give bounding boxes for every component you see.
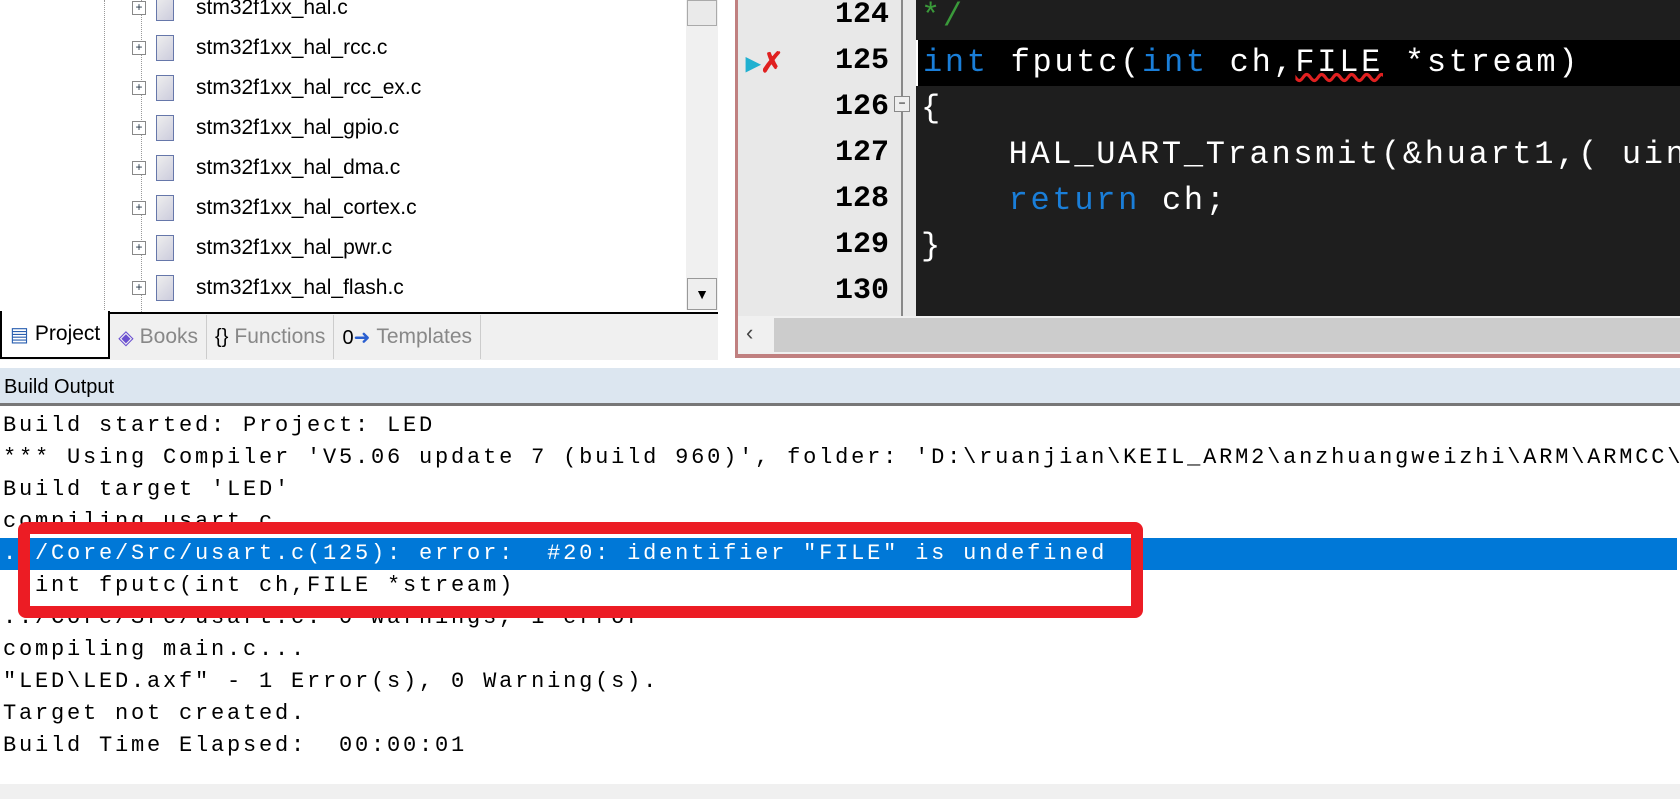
tree-item[interactable]: + stm32f1xx_hal_cortex.c bbox=[132, 190, 417, 226]
file-icon bbox=[156, 0, 174, 21]
line-gutter: − ▸✗ 124 125 126 127 128 129 130 bbox=[738, 0, 916, 316]
output-line[interactable]: Build Time Elapsed: 00:00:01 bbox=[3, 730, 1680, 762]
project-panel: + stm32f1xx_hal.c + stm32f1xx_hal_rcc.c + stm… bbox=[0, 0, 728, 362]
fold-line bbox=[901, 0, 903, 316]
tree-item[interactable]: + stm32f1xx_hal.c bbox=[132, 0, 348, 26]
line-number: 128 bbox=[834, 182, 889, 216]
file-icon bbox=[156, 115, 174, 141]
expand-icon[interactable]: + bbox=[132, 41, 146, 55]
line-number: 125 bbox=[834, 44, 889, 78]
file-name: stm32f1xx_hal_cortex.c bbox=[196, 196, 417, 219]
expand-icon[interactable]: + bbox=[132, 281, 146, 295]
file-name: stm32f1xx_hal_gpio.c bbox=[196, 116, 400, 139]
output-line[interactable]: Build started: Project: LED bbox=[3, 410, 1680, 442]
expand-icon[interactable]: + bbox=[132, 81, 146, 95]
tab-books[interactable]: ◈ Books bbox=[110, 315, 208, 359]
bottom-scrollbar[interactable] bbox=[0, 784, 1680, 799]
file-icon bbox=[156, 155, 174, 181]
tree-item[interactable]: + stm32f1xx_hal_flash.c bbox=[132, 270, 404, 306]
tab-label: Functions bbox=[234, 325, 326, 348]
expand-icon[interactable]: + bbox=[132, 241, 146, 255]
horizontal-scrollbar[interactable]: ‹ bbox=[738, 316, 1680, 354]
functions-icon: {} bbox=[215, 325, 229, 348]
tree-item[interactable]: + stm32f1xx_hal_rcc.c bbox=[132, 30, 387, 66]
output-line[interactable]: Target not created. bbox=[3, 698, 1680, 730]
templates-icon: 0➜ bbox=[342, 326, 371, 349]
build-output-header: Build Output bbox=[0, 368, 1680, 406]
tree-item[interactable]: + stm32f1xx_hal_pwr.c bbox=[132, 230, 392, 266]
file-name: stm32f1xx_hal_dma.c bbox=[196, 156, 401, 179]
code-line[interactable]: int fputc(int ch,FILE *stream) bbox=[916, 40, 1680, 86]
expand-icon[interactable]: + bbox=[132, 201, 146, 215]
scroll-thumb[interactable] bbox=[687, 0, 717, 26]
code-line[interactable]: } bbox=[921, 224, 1680, 270]
project-icon: ▤ bbox=[10, 323, 29, 346]
file-name: stm32f1xx_hal_pwr.c bbox=[196, 236, 393, 259]
fold-collapse-icon[interactable]: − bbox=[894, 96, 910, 112]
expand-icon[interactable]: + bbox=[132, 1, 146, 15]
file-icon bbox=[156, 195, 174, 221]
file-icon bbox=[156, 75, 174, 101]
code-line[interactable]: */ bbox=[921, 0, 1680, 40]
tree-item[interactable]: + stm32f1xx_hal_rcc_ex.c bbox=[132, 70, 421, 106]
output-line[interactable]: compiling main.c... bbox=[3, 634, 1680, 666]
books-icon: ◈ bbox=[118, 326, 134, 349]
file-name: stm32f1xx_hal_flash.c bbox=[196, 276, 404, 299]
file-icon bbox=[156, 35, 174, 61]
error-highlight-annotation bbox=[18, 522, 1143, 618]
code-line[interactable] bbox=[921, 270, 1680, 316]
line-number: 126 bbox=[834, 90, 889, 124]
tab-label: Project bbox=[34, 322, 101, 345]
output-line[interactable]: "LED\LED.axf" - 1 Error(s), 0 Warning(s)… bbox=[3, 666, 1680, 698]
code-line[interactable]: return ch; bbox=[921, 178, 1680, 224]
tab-label: Books bbox=[139, 325, 199, 348]
file-name: stm32f1xx_hal_rcc_ex.c bbox=[196, 76, 422, 99]
line-number: 127 bbox=[834, 136, 889, 170]
expand-icon[interactable]: + bbox=[132, 121, 146, 135]
error-marker-icon: ▸✗ bbox=[746, 47, 784, 78]
expand-icon[interactable]: + bbox=[132, 161, 146, 175]
scroll-track[interactable] bbox=[774, 318, 1680, 352]
scroll-down-button[interactable]: ▼ bbox=[687, 278, 717, 310]
panel-tabs: ▤ Project ◈ Books {} Functions 0➜ Templates bbox=[0, 311, 718, 360]
tab-functions[interactable]: {} Functions bbox=[207, 315, 335, 359]
tab-label: Templates bbox=[376, 325, 473, 348]
file-name: stm32f1xx_hal_rcc.c bbox=[196, 36, 388, 59]
output-line[interactable]: Build target 'LED' bbox=[3, 474, 1680, 506]
tree-item[interactable]: + stm32f1xx_hal_dma.c bbox=[132, 150, 400, 186]
file-icon bbox=[156, 275, 174, 301]
line-number: 130 bbox=[834, 274, 889, 308]
file-icon bbox=[156, 235, 174, 261]
file-name: stm32f1xx_hal.c bbox=[196, 0, 348, 19]
tree-line bbox=[104, 0, 105, 312]
vertical-scrollbar[interactable]: ▼ bbox=[686, 0, 718, 310]
code-line[interactable]: HAL_UART_Transmit(&huart1,( uin bbox=[921, 132, 1680, 178]
tab-templates[interactable]: 0➜ Templates bbox=[334, 315, 482, 359]
line-number: 129 bbox=[834, 228, 889, 262]
code-editor[interactable]: − ▸✗ 124 125 126 127 128 129 130 */int fputc(i… bbox=[735, 0, 1680, 358]
tab-project[interactable]: ▤ Project bbox=[0, 311, 111, 359]
line-number: 124 bbox=[834, 0, 889, 32]
tree-item[interactable]: + stm32f1xx_hal_gpio.c bbox=[132, 110, 399, 146]
output-line[interactable]: *** Using Compiler 'V5.06 update 7 (buil… bbox=[3, 442, 1680, 474]
code-line[interactable]: { bbox=[921, 86, 1680, 132]
scroll-left-icon[interactable]: ‹ bbox=[746, 320, 753, 346]
